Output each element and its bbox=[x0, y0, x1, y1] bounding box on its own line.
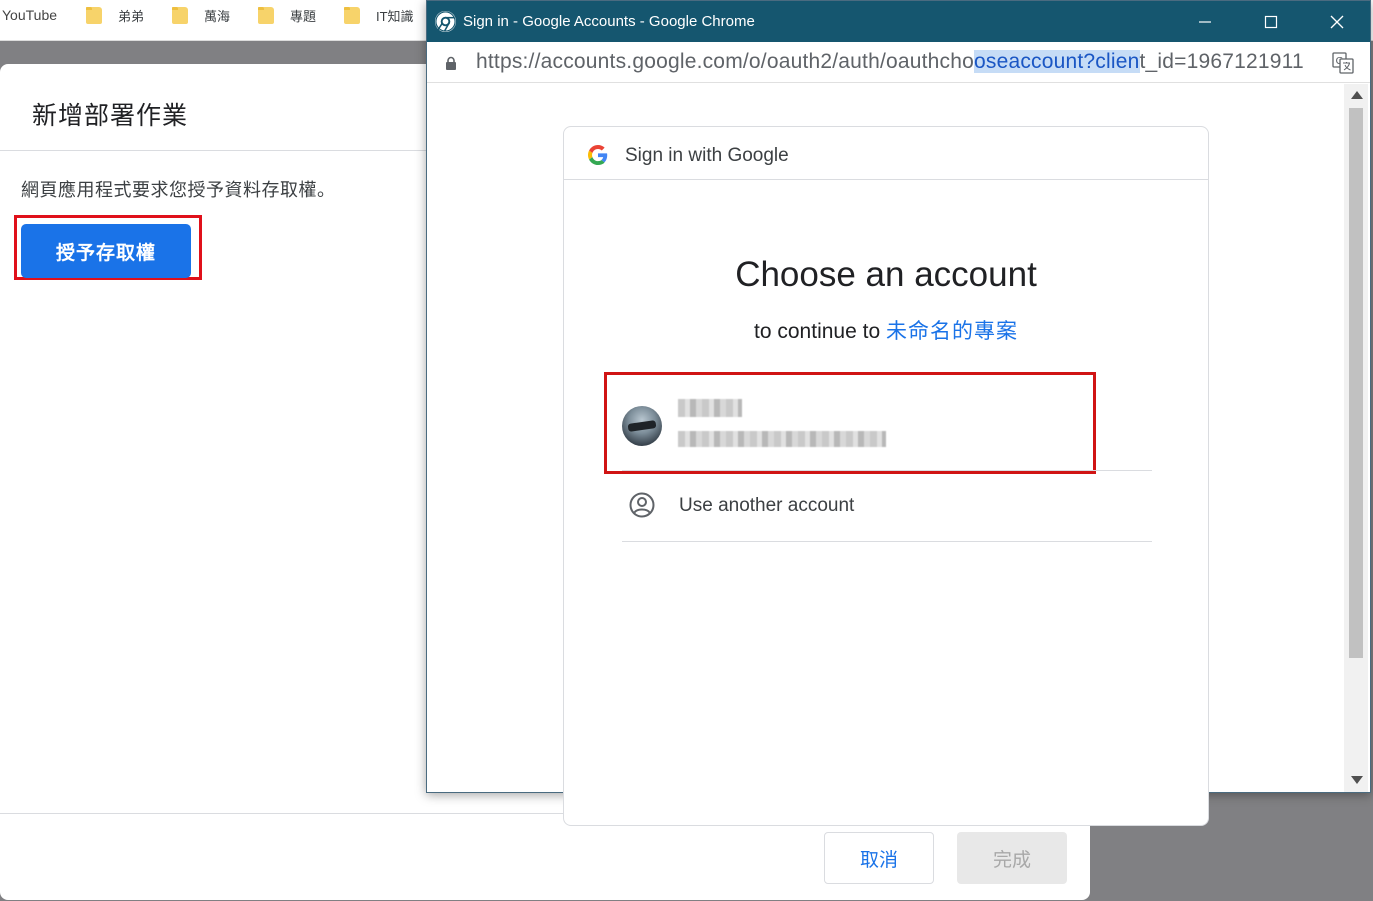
url-field[interactable]: https://accounts.google.com/o/oauth2/aut… bbox=[476, 50, 1321, 74]
account-email-redacted bbox=[678, 431, 886, 447]
window-title: Sign in - Google Accounts - Google Chrom… bbox=[463, 13, 755, 30]
minimize-icon bbox=[1199, 20, 1211, 23]
cancel-button[interactable]: 取消 bbox=[824, 832, 934, 884]
bookmark-label: 專題 bbox=[290, 8, 317, 24]
translate-icon[interactable]: G bbox=[1332, 52, 1354, 74]
bookmark-folder-project[interactable]: 專題 bbox=[258, 4, 316, 26]
close-window-button[interactable] bbox=[1305, 1, 1369, 42]
project-name-link[interactable]: 未命名的專案 bbox=[886, 319, 1018, 343]
use-another-account-item[interactable]: Use another account bbox=[622, 475, 1152, 541]
vertical-scrollbar[interactable] bbox=[1344, 84, 1368, 792]
url-selected-text: oseaccount?clien bbox=[974, 50, 1140, 73]
scroll-down-arrow-icon[interactable] bbox=[1351, 776, 1363, 784]
maximize-icon bbox=[1264, 15, 1278, 28]
bookmark-folder-wanhai[interactable]: 萬海 bbox=[172, 4, 230, 26]
scrollbar-thumb[interactable] bbox=[1349, 108, 1363, 658]
account-name-redacted bbox=[678, 399, 742, 417]
card-header-text: Sign in with Google bbox=[625, 145, 789, 166]
folder-icon bbox=[344, 6, 360, 24]
bookmark-label: YouTube bbox=[2, 7, 58, 23]
window-titlebar[interactable]: Sign in - Google Accounts - Google Chrom… bbox=[427, 1, 1370, 42]
folder-icon bbox=[86, 6, 102, 24]
divider bbox=[622, 541, 1152, 542]
google-signin-popup-window: Sign in - Google Accounts - Google Chrom… bbox=[426, 0, 1371, 826]
bookmark-folder-it[interactable]: IT知識 bbox=[344, 4, 414, 26]
grant-access-button[interactable]: 授予存取權 bbox=[21, 224, 191, 278]
use-another-account-label: Use another account bbox=[679, 495, 855, 516]
bookmark-label: 弟弟 bbox=[118, 8, 145, 24]
minimize-button[interactable] bbox=[1173, 1, 1237, 42]
bookmark-label: IT知識 bbox=[376, 8, 414, 24]
avatar bbox=[622, 406, 662, 446]
scroll-up-arrow-icon[interactable] bbox=[1351, 91, 1363, 99]
folder-icon bbox=[172, 6, 188, 24]
folder-icon bbox=[258, 6, 274, 24]
url-part: t_id=1967121911 bbox=[1139, 50, 1304, 73]
bookmark-label: 萬海 bbox=[204, 8, 231, 24]
bookmark-youtube[interactable]: YouTube bbox=[2, 4, 57, 26]
continue-prefix: to continue to bbox=[754, 320, 886, 343]
signin-card: Sign in with Google Choose an account to… bbox=[563, 126, 1209, 826]
chrome-logo-icon bbox=[434, 10, 457, 33]
authorization-message: 網頁應用程式要求您授予資料存取權。 bbox=[21, 180, 336, 201]
person-circle-icon bbox=[629, 492, 655, 518]
choose-account-heading: Choose an account bbox=[735, 255, 1037, 294]
account-list-item[interactable] bbox=[622, 389, 1150, 469]
dialog-title: 新增部署作業 bbox=[32, 101, 189, 130]
bookmark-folder-didi[interactable]: 弟弟 bbox=[86, 4, 144, 26]
address-bar[interactable]: https://accounts.google.com/o/oauth2/aut… bbox=[427, 42, 1370, 83]
maximize-button[interactable] bbox=[1239, 1, 1303, 42]
divider bbox=[622, 470, 1152, 471]
card-header: Sign in with Google bbox=[564, 127, 1208, 180]
google-g-icon bbox=[588, 145, 608, 165]
lock-icon[interactable] bbox=[445, 56, 457, 71]
close-icon bbox=[1330, 15, 1344, 28]
done-button-disabled: 完成 bbox=[957, 832, 1067, 884]
continue-to-line: to continue to 未命名的專案 bbox=[564, 315, 1208, 345]
url-part: https://accounts.google.com/o/oauth2/aut… bbox=[476, 50, 975, 73]
